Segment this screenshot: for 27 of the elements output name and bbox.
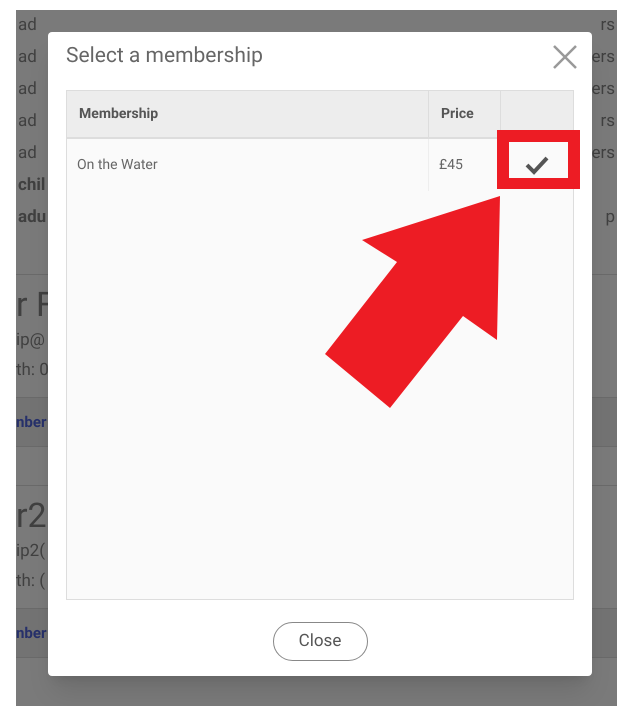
page-text: ad: [18, 78, 37, 102]
page-text: rs: [600, 110, 615, 134]
page-text: ad: [18, 142, 37, 166]
page-text: p: [605, 206, 615, 230]
member-link[interactable]: nber: [16, 413, 46, 431]
page-text: rs: [600, 14, 615, 38]
member-birth: th: 0: [16, 359, 50, 382]
member-email: ip@: [16, 329, 46, 352]
member-link[interactable]: nber: [16, 624, 46, 642]
page-text: adu: [18, 206, 46, 230]
member-email: ip2(: [16, 540, 46, 563]
page-text: chil: [18, 174, 46, 198]
member-name: r2: [16, 496, 48, 536]
page-text: ers: [591, 78, 615, 102]
member-birth: th: (: [16, 570, 46, 593]
page-text: ad: [18, 110, 37, 134]
column-header: Membership: [67, 91, 429, 137]
page-text: ad: [18, 46, 37, 70]
page-text: ers: [591, 46, 615, 70]
table-cell-text: £45: [438, 156, 464, 174]
table-cell: On the Water: [67, 139, 429, 191]
close-icon[interactable]: [552, 44, 578, 70]
close-button[interactable]: Close: [272, 622, 368, 661]
checkmark-icon[interactable]: [525, 155, 549, 175]
page-text: ers: [591, 142, 615, 166]
page-text: ad: [18, 14, 37, 38]
dialog-title: Select a membership: [66, 43, 263, 70]
